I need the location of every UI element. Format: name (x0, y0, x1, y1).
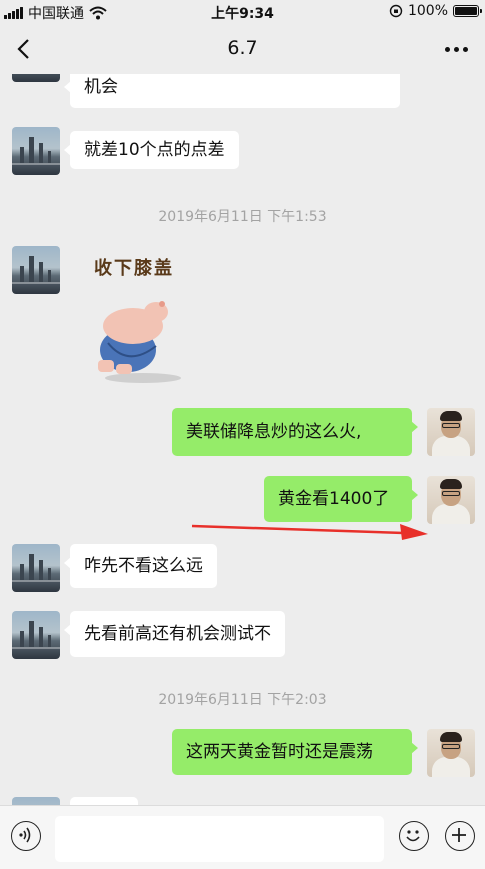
battery-icon (453, 5, 482, 17)
emoji-icon[interactable] (399, 821, 429, 851)
status-bar: 中国联通 上午9:34 100% (0, 0, 485, 24)
input-bar (0, 805, 485, 869)
message-input[interactable] (55, 816, 384, 862)
sticker[interactable]: 收下膝盖 (88, 248, 198, 388)
pig-sticker-icon (98, 301, 181, 383)
avatar[interactable] (12, 127, 60, 175)
avatar[interactable] (427, 729, 475, 777)
message-bubble[interactable]: 机会 (64, 74, 400, 108)
chat-header: 6.7 (0, 24, 485, 74)
avatar[interactable] (12, 797, 60, 805)
red-arrow-annotation (191, 524, 428, 540)
message-bubble[interactable]: 咋先不看这么远 (64, 544, 217, 588)
message-bubble[interactable]: 黄金看1400了 (264, 476, 418, 522)
battery-percent: 100% (407, 3, 448, 19)
voice-icon[interactable] (11, 821, 41, 851)
avatar[interactable] (427, 476, 475, 524)
message-bubble[interactable]: 就差10个点的点差 (64, 131, 239, 169)
message-bubble[interactable]: 先看前高还有机会测试不 (64, 611, 285, 657)
orientation-lock-icon (389, 4, 403, 18)
chat-title: 6.7 (227, 37, 258, 59)
message-bubble[interactable] (70, 797, 138, 805)
status-right: 100% (389, 3, 482, 19)
avatar[interactable] (12, 246, 60, 294)
message-bubble[interactable]: 这两天黄金暂时还是震荡 (172, 729, 418, 775)
timestamp: 2019年6月11日 下午1:53 (158, 209, 327, 225)
avatar[interactable] (12, 74, 60, 82)
more-icon[interactable] (441, 37, 471, 61)
plus-icon[interactable] (445, 821, 475, 851)
avatar[interactable] (427, 408, 475, 456)
avatar[interactable] (12, 611, 60, 659)
timestamp: 2019年6月11日 下午2:03 (158, 692, 327, 708)
chat-area[interactable]: 机会 就差10个点的点差 2019年6月11日 下午1:53 收下膝盖 美联储降… (0, 74, 485, 805)
message-bubble[interactable]: 美联储降息炒的这么火, (172, 408, 418, 456)
avatar[interactable] (12, 544, 60, 592)
